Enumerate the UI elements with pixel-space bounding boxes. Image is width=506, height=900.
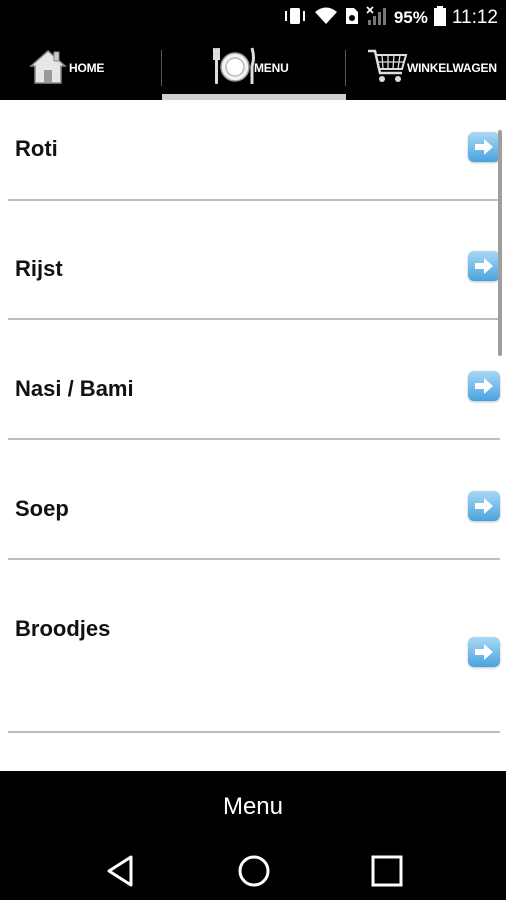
list-item-soep[interactable]: Soep xyxy=(8,440,500,560)
list-item-label: Roti xyxy=(15,136,58,161)
back-icon[interactable] xyxy=(104,853,136,894)
home-icon[interactable] xyxy=(236,853,272,894)
wifi-icon xyxy=(314,6,338,31)
plate-icon xyxy=(212,44,256,93)
list-item-broodjes[interactable]: Broodjes xyxy=(8,560,500,733)
arrow-right-icon[interactable] xyxy=(468,371,500,401)
arrow-right-icon[interactable] xyxy=(468,132,500,162)
sim-icon xyxy=(344,6,360,31)
tab-home[interactable]: HOME xyxy=(28,36,104,100)
arrow-right-icon[interactable] xyxy=(468,491,500,521)
bottom-title-bar: Menu xyxy=(0,771,506,845)
tab-menu[interactable]: MENU xyxy=(212,36,289,100)
tab-winkelwagen[interactable]: WINKELWAGEN xyxy=(366,36,497,100)
arrow-right-icon[interactable] xyxy=(468,251,500,281)
menu-list[interactable]: Roti Rijst Nasi / Bami Soep Broodjes xyxy=(0,100,506,771)
list-item-label: Broodjes xyxy=(15,616,111,641)
list-item-rijst[interactable]: Rijst xyxy=(8,201,500,320)
tab-divider xyxy=(161,50,162,86)
recents-icon[interactable] xyxy=(370,853,404,894)
signal-icon xyxy=(366,5,388,31)
system-nav-bar xyxy=(0,845,506,900)
battery-percent: 95% xyxy=(393,8,428,27)
cart-icon xyxy=(366,45,408,92)
list-item-label: Rijst xyxy=(15,256,63,281)
status-bar: 95% 11:12 xyxy=(0,0,506,36)
list-item-label: Soep xyxy=(15,496,69,521)
list-item-roti[interactable]: Roti xyxy=(8,100,500,201)
clock: 11:12 xyxy=(451,7,498,28)
list-item-label: Nasi / Bami xyxy=(15,376,134,401)
arrow-right-icon[interactable] xyxy=(468,637,500,667)
list-item-nasi-bami[interactable]: Nasi / Bami xyxy=(8,320,500,440)
page-title: Menu xyxy=(222,793,284,820)
tab-menu-label: MENU xyxy=(254,61,289,75)
house-icon xyxy=(28,46,68,91)
scrollbar[interactable] xyxy=(498,130,502,356)
tab-bar: HOME MENU WINKELWAGEN xyxy=(0,36,506,100)
tab-winkelwagen-label: WINKELWAGEN xyxy=(407,61,497,75)
tab-home-label: HOME xyxy=(69,61,105,75)
vibrate-icon xyxy=(282,6,308,31)
tab-divider xyxy=(345,50,346,86)
battery-icon xyxy=(433,5,446,31)
